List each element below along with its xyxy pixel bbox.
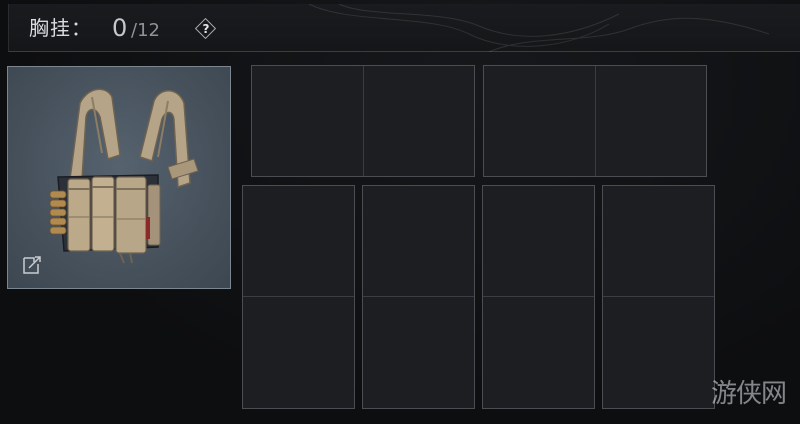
slot-cell — [483, 296, 594, 297]
slot-cell — [363, 66, 364, 176]
slot-bottom-4[interactable] — [602, 185, 715, 409]
slot-cell — [603, 296, 714, 297]
help-label: ? — [202, 22, 210, 36]
capacity-current: 0 — [112, 14, 128, 42]
chest-rig-panel: 胸挂： 0 /12 ? 游侠网 — [0, 0, 800, 424]
slot-cell — [243, 296, 354, 297]
slot-top-2[interactable] — [483, 65, 707, 177]
watermark-logo: 游侠网 — [710, 379, 787, 409]
section-title: 胸挂： — [29, 16, 92, 40]
equipped-chest-rig-slot[interactable] — [7, 66, 231, 289]
capacity-max: /12 — [131, 20, 160, 41]
topo-pattern — [308, 4, 770, 52]
slot-bottom-2[interactable] — [362, 185, 475, 409]
help-button[interactable]: ? — [194, 17, 217, 40]
slot-cell — [363, 296, 474, 297]
slot-bottom-3[interactable] — [482, 185, 595, 409]
slot-bottom-1[interactable] — [242, 185, 355, 409]
slot-top-1[interactable] — [251, 65, 475, 177]
panel-header: 胸挂： 0 /12 ? — [8, 4, 800, 52]
swap-icon[interactable] — [20, 253, 44, 277]
slot-cell — [595, 66, 596, 176]
